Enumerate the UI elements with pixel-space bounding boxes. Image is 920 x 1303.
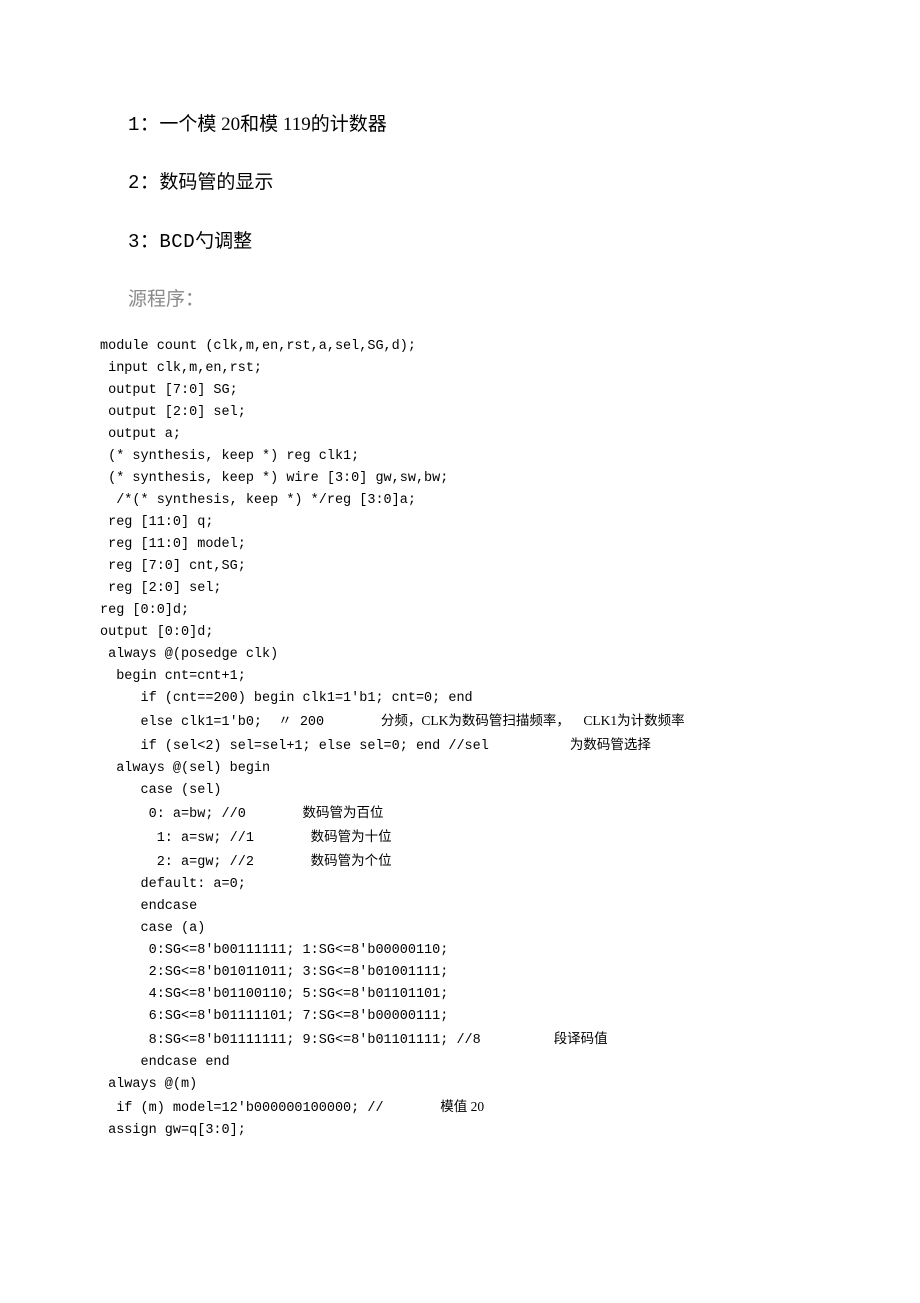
code-line: 8:SG<=8'b01111111; 9:SG<=8'b01101111; //… [100,1033,554,1048]
code-line: 2:SG<=8'b01011011; 3:SG<=8'b01001111; [100,965,448,980]
heading-2-text: 数码管的显示 [159,172,273,193]
code-line: if (m) model=12'b000000100000; // [100,1101,440,1116]
code-line: module count (clk,m,en,rst,a,sel,SG,d); [100,339,416,354]
code-line: endcase [100,899,197,914]
code-comment: 段译码值 [554,1031,608,1046]
code-line: default: a=0; [100,877,246,892]
code-line: (* synthesis, keep *) reg clk1; [100,449,359,464]
code-line: case (sel) [100,783,222,798]
code-line: output [7:0] SG; [100,383,238,398]
code-line: reg [2:0] sel; [100,581,222,596]
code-line: 4:SG<=8'b01100110; 5:SG<=8'b01101101; [100,987,448,1002]
code-line: begin cnt=cnt+1; [100,669,246,684]
code-comment: 为数码管选择 [570,737,651,752]
code-line: reg [11:0] model; [100,537,246,552]
heading-3-text: 勺调整 [195,231,252,252]
heading-3: 3：BCD勺调整 [128,227,820,257]
code-line: if (sel<2) sel=sel+1; else sel=0; end //… [100,739,570,754]
heading-2-num: 2： [128,172,159,194]
code-line: 2: a=gw; //2 [100,855,311,870]
heading-1-num: 1： [128,114,159,136]
code-line: reg [0:0]d; [100,603,189,618]
code-comment: 分频，CLK为数码管扫描频率， CLK1为计数频率 [381,713,685,728]
code-line: assign gw=q[3:0]; [100,1123,246,1138]
heading-2: 2：数码管的显示 [128,168,820,198]
code-comment: 数码管为十位 [311,829,392,844]
code-line: case (a) [100,921,205,936]
code-line: if (cnt==200) begin clk1=1'b1; cnt=0; en… [100,691,473,706]
heading-3-num: 3：BCD [128,231,195,253]
code-comment: 模值 20 [440,1099,484,1114]
code-line: /*(* synthesis, keep *) */reg [3:0]a; [100,493,416,508]
code-line: 1: a=sw; //1 [100,831,311,846]
heading-1: 1：一个模 20和模 119的计数器 [128,110,820,140]
code-comment: 数码管为个位 [311,853,392,868]
code-line: output [2:0] sel; [100,405,246,420]
code-line: output [0:0]d; [100,625,213,640]
code-line: 0: a=bw; //0 [100,807,303,822]
heading-source: 源程序： [128,285,820,315]
heading-1-text: 一个模 20和模 119的计数器 [159,114,386,135]
code-block: module count (clk,m,en,rst,a,sel,SG,d); … [100,336,820,1142]
code-line: always @(m) [100,1077,197,1092]
code-line: output a; [100,427,181,442]
code-line: 0:SG<=8'b00111111; 1:SG<=8'b00000110; [100,943,448,958]
code-line: endcase end [100,1055,230,1070]
code-line: always @(sel) begin [100,761,270,776]
code-line: reg [7:0] cnt,SG; [100,559,246,574]
code-line: reg [11:0] q; [100,515,213,530]
code-line: always @(posedge clk) [100,647,278,662]
code-line: 6:SG<=8'b01111101; 7:SG<=8'b00000111; [100,1009,448,1024]
code-line: else clk1=1'b0; 〃 200 [100,715,381,730]
code-line: input clk,m,en,rst; [100,361,262,376]
code-line: (* synthesis, keep *) wire [3:0] gw,sw,b… [100,471,448,486]
code-comment: 数码管为百位 [303,805,384,820]
